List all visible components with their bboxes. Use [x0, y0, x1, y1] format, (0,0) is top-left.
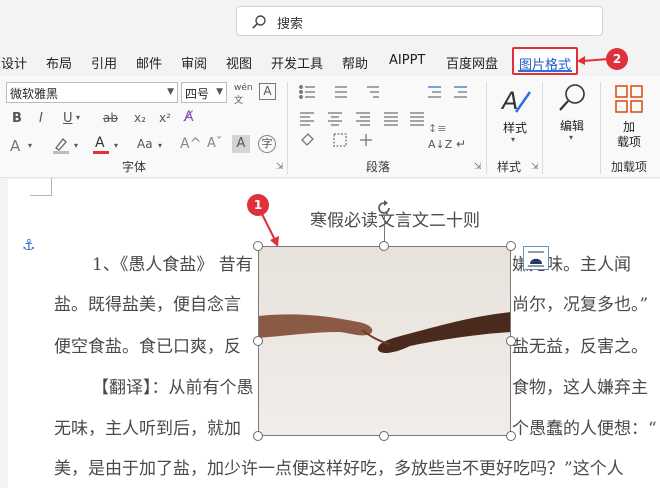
phonetic-guide-icon[interactable]: wén 文 [234, 83, 253, 106]
document-line-fragment: 食物，这人嫌弃主 [512, 378, 648, 398]
char-shading-icon[interactable]: Aa [137, 137, 153, 151]
chevron-down-icon[interactable]: ▾ [158, 141, 162, 150]
group-label-style: 样式 [497, 160, 522, 174]
svg-text:↕≡: ↕≡ [428, 122, 446, 135]
chevron-down-icon: ▼ [167, 87, 174, 97]
font-color-icon[interactable]: A [93, 135, 109, 155]
svg-text:A↓Z: A↓Z [428, 138, 453, 151]
chevron-down-icon[interactable]: ▾ [74, 141, 78, 150]
document-line: 美，是由于加了盐，加少许一点便这样好吃，多放些岂不更好吃吗？”这个人 [54, 459, 624, 479]
font-name-select[interactable]: 微软雅黑 ▼ [6, 82, 178, 103]
tab-help[interactable]: 帮助 [342, 53, 368, 72]
highlighter-icon[interactable] [52, 136, 70, 154]
svg-text:↵: ↵ [456, 137, 466, 151]
subscript-icon[interactable]: x₂ [134, 111, 146, 125]
chevron-down-icon: ▼ [216, 87, 223, 97]
search-placeholder: 搜索 [277, 17, 304, 32]
resize-handle-right[interactable] [506, 336, 516, 346]
chevron-down-icon[interactable]: ▾ [76, 113, 80, 122]
tab-baidu-netdisk[interactable]: 百度网盘 [446, 53, 498, 72]
callout-arrow-1 [261, 213, 279, 247]
char-border-icon[interactable]: A [259, 83, 276, 100]
strikethrough-icon[interactable]: ab [103, 111, 118, 125]
resize-handle-bottom-right[interactable] [506, 431, 516, 441]
font-size-value: 四号 [185, 87, 210, 101]
clear-format-icon[interactable]: A̸ [184, 109, 194, 125]
tab-design[interactable]: 设计 [1, 53, 27, 72]
rotate-handle-icon[interactable] [375, 199, 393, 217]
group-separator [287, 82, 288, 174]
style-icon[interactable]: A [500, 84, 534, 116]
title-bar: 搜索 [0, 0, 660, 44]
font-name-value: 微软雅黑 [10, 87, 59, 101]
document-line: 1、《愚人食盐》 昔有 [92, 255, 253, 275]
tab-review[interactable]: 审阅 [181, 53, 207, 72]
style-button-label[interactable]: 样式 [503, 119, 527, 136]
dialog-launcher-icon[interactable]: ⇲ [531, 162, 539, 172]
layout-options-button[interactable] [523, 246, 549, 270]
enclose-char-icon[interactable]: 字 [258, 135, 276, 153]
char-shading-box-icon[interactable]: A [232, 135, 250, 153]
resize-handle-top-right[interactable] [506, 241, 516, 251]
document-line-fragment: 尚尔，况复多也。” [512, 295, 649, 315]
group-label-paragraph: 段落 [366, 160, 391, 174]
group-label-addins: 加载项 [611, 160, 648, 174]
chevron-down-icon[interactable]: ▾ [28, 141, 32, 150]
group-separator [600, 82, 601, 174]
dialog-launcher-icon[interactable]: ⇲ [276, 162, 284, 172]
chevron-down-icon[interactable]: ▾ [511, 135, 515, 144]
tab-developer[interactable]: 开发工具 [271, 53, 323, 72]
tab-layout[interactable]: 布局 [46, 53, 72, 72]
tab-aippt[interactable]: AIPPT [389, 53, 425, 68]
callout-arrow-2 [577, 56, 610, 65]
callout-badge-2: 2 [606, 48, 628, 70]
anchor-icon[interactable]: ⚓ [22, 236, 35, 254]
tab-picture-format[interactable]: 图片格式 [512, 47, 578, 75]
tab-picture-format-label: 图片格式 [519, 58, 572, 73]
document-line-fragment: 盐无益，反害之。 [512, 337, 648, 357]
group-label-font: 字体 [122, 160, 147, 174]
search-box[interactable]: 搜索 [236, 6, 603, 36]
group-separator [486, 82, 487, 174]
paragraph-tools[interactable]: ↕≡ A↓Z ↵ [298, 84, 478, 156]
font-size-select[interactable]: 四号 ▼ [181, 82, 227, 103]
addins-grid-icon[interactable] [615, 85, 643, 113]
resize-handle-bottom-left[interactable] [253, 431, 263, 441]
document-line-fragment: 个愚蠢的人便想：“ [512, 419, 657, 439]
edit-button-label[interactable]: 编辑 [560, 117, 584, 134]
tab-references[interactable]: 引用 [91, 53, 117, 72]
text-effect-icon[interactable]: A [10, 137, 20, 155]
resize-handle-left[interactable] [253, 336, 263, 346]
document-title: 寒假必读文言文二十则 [310, 211, 480, 231]
group-separator [542, 82, 543, 174]
resize-handle-bottom[interactable] [379, 431, 389, 441]
grow-font-icon[interactable]: A^ [180, 136, 201, 152]
document-line: 【翻译】：从前有个愚 [92, 378, 254, 398]
tab-mailings[interactable]: 邮件 [136, 53, 162, 72]
italic-icon[interactable]: I [39, 111, 43, 126]
layout-options-icon [528, 251, 544, 267]
magnifier-icon[interactable] [558, 83, 588, 113]
search-icon [252, 15, 266, 29]
superscript-icon[interactable]: x² [159, 111, 171, 125]
picture-selection-frame [258, 246, 511, 436]
document-line: 盐。既得盐美，便自念言 [54, 295, 241, 315]
resize-handle-top[interactable] [379, 241, 389, 251]
tab-view[interactable]: 视图 [226, 53, 252, 72]
bold-icon[interactable]: B [12, 111, 22, 126]
dialog-launcher-icon[interactable]: ⇲ [474, 162, 482, 172]
chevron-down-icon[interactable]: ▾ [569, 133, 573, 142]
chevron-down-icon[interactable]: ▾ [114, 141, 118, 150]
underline-icon[interactable]: U [63, 111, 73, 126]
addins-button-label-2[interactable]: 载项 [617, 133, 641, 150]
document-line: 无味，主人听到后，就加 [54, 419, 241, 439]
document-line: 便空食盐。食已口爽，反 [54, 337, 241, 357]
shrink-font-icon[interactable]: Aˇ [207, 136, 222, 151]
page-corner-mark [30, 178, 52, 196]
